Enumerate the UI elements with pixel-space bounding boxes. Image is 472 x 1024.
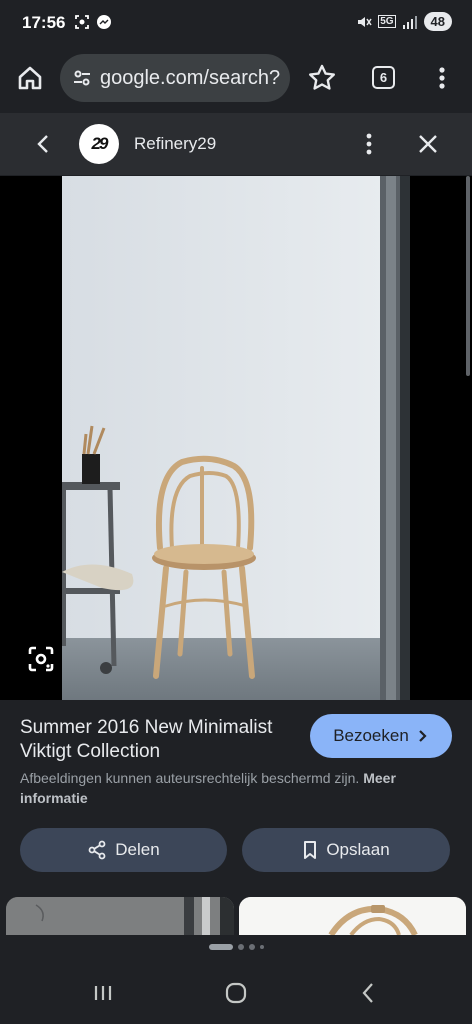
source-logo[interactable]: 29 [79, 124, 119, 164]
result-title[interactable]: Summer 2016 New Minimalist Viktigt Colle… [20, 716, 300, 764]
close-icon[interactable] [414, 130, 442, 158]
messenger-icon [97, 15, 111, 29]
copyright-text: Afbeeldingen kunnen auteursrechtelijk be… [20, 770, 360, 786]
notification-icons [74, 14, 112, 30]
system-icons: 5G 48 [356, 12, 452, 31]
result-image[interactable] [62, 176, 410, 700]
related-image-graphic [6, 897, 234, 935]
source-name[interactable]: Refinery29 [134, 134, 216, 154]
page-dot [248, 944, 255, 950]
tabs-icon[interactable]: 6 [372, 66, 395, 89]
star-icon[interactable] [306, 62, 338, 94]
more-vert-icon[interactable] [428, 64, 456, 92]
status-time: 17:56 [22, 13, 66, 32]
battery-badge: 48 [423, 12, 452, 31]
mute-icon [358, 16, 372, 27]
tab-count: 6 [379, 70, 388, 85]
bookmark-icon [304, 841, 317, 859]
visit-button[interactable]: Bezoeken [310, 714, 452, 758]
more-options-icon[interactable] [355, 130, 383, 158]
home-icon[interactable] [14, 62, 46, 94]
status-bar: 17:56 5G 48 [0, 0, 472, 46]
back-nav-icon[interactable] [354, 978, 384, 1008]
home-nav-icon[interactable] [221, 978, 251, 1008]
save-button[interactable]: Opslaan [242, 828, 450, 872]
share-icon [88, 840, 106, 860]
page-dot-active [208, 944, 233, 950]
share-label: Delen [115, 840, 160, 859]
network-type: 5G [378, 15, 396, 28]
url-text: google.com/search? [100, 66, 281, 89]
visit-label: Bezoeken [333, 726, 409, 745]
copyright-notice: Afbeeldingen kunnen auteursrechtelijk be… [20, 768, 420, 808]
system-nav-bar [0, 960, 472, 1024]
chevron-left-icon[interactable] [30, 130, 58, 158]
image-viewer[interactable] [0, 176, 472, 700]
related-image[interactable] [239, 897, 466, 935]
chevron-right-icon [419, 730, 427, 742]
tune-icon[interactable] [72, 68, 92, 88]
related-image[interactable] [6, 897, 234, 935]
scrollbar[interactable] [466, 176, 470, 376]
browser-toolbar: google.com/search? 6 [0, 46, 472, 112]
save-label: Opslaan [326, 840, 390, 859]
address-bar[interactable]: google.com/search? [60, 54, 290, 102]
page-indicator [0, 935, 472, 959]
lens-icon[interactable] [26, 644, 56, 674]
recents-icon[interactable] [88, 978, 118, 1008]
page-dot [237, 944, 244, 950]
screenshot-icon [75, 15, 89, 29]
signal-icon [402, 15, 417, 29]
related-image-graphic [239, 897, 466, 935]
page-dot [259, 945, 264, 949]
share-button[interactable]: Delen [20, 828, 227, 872]
source-header: 29 Refinery29 [0, 113, 472, 175]
